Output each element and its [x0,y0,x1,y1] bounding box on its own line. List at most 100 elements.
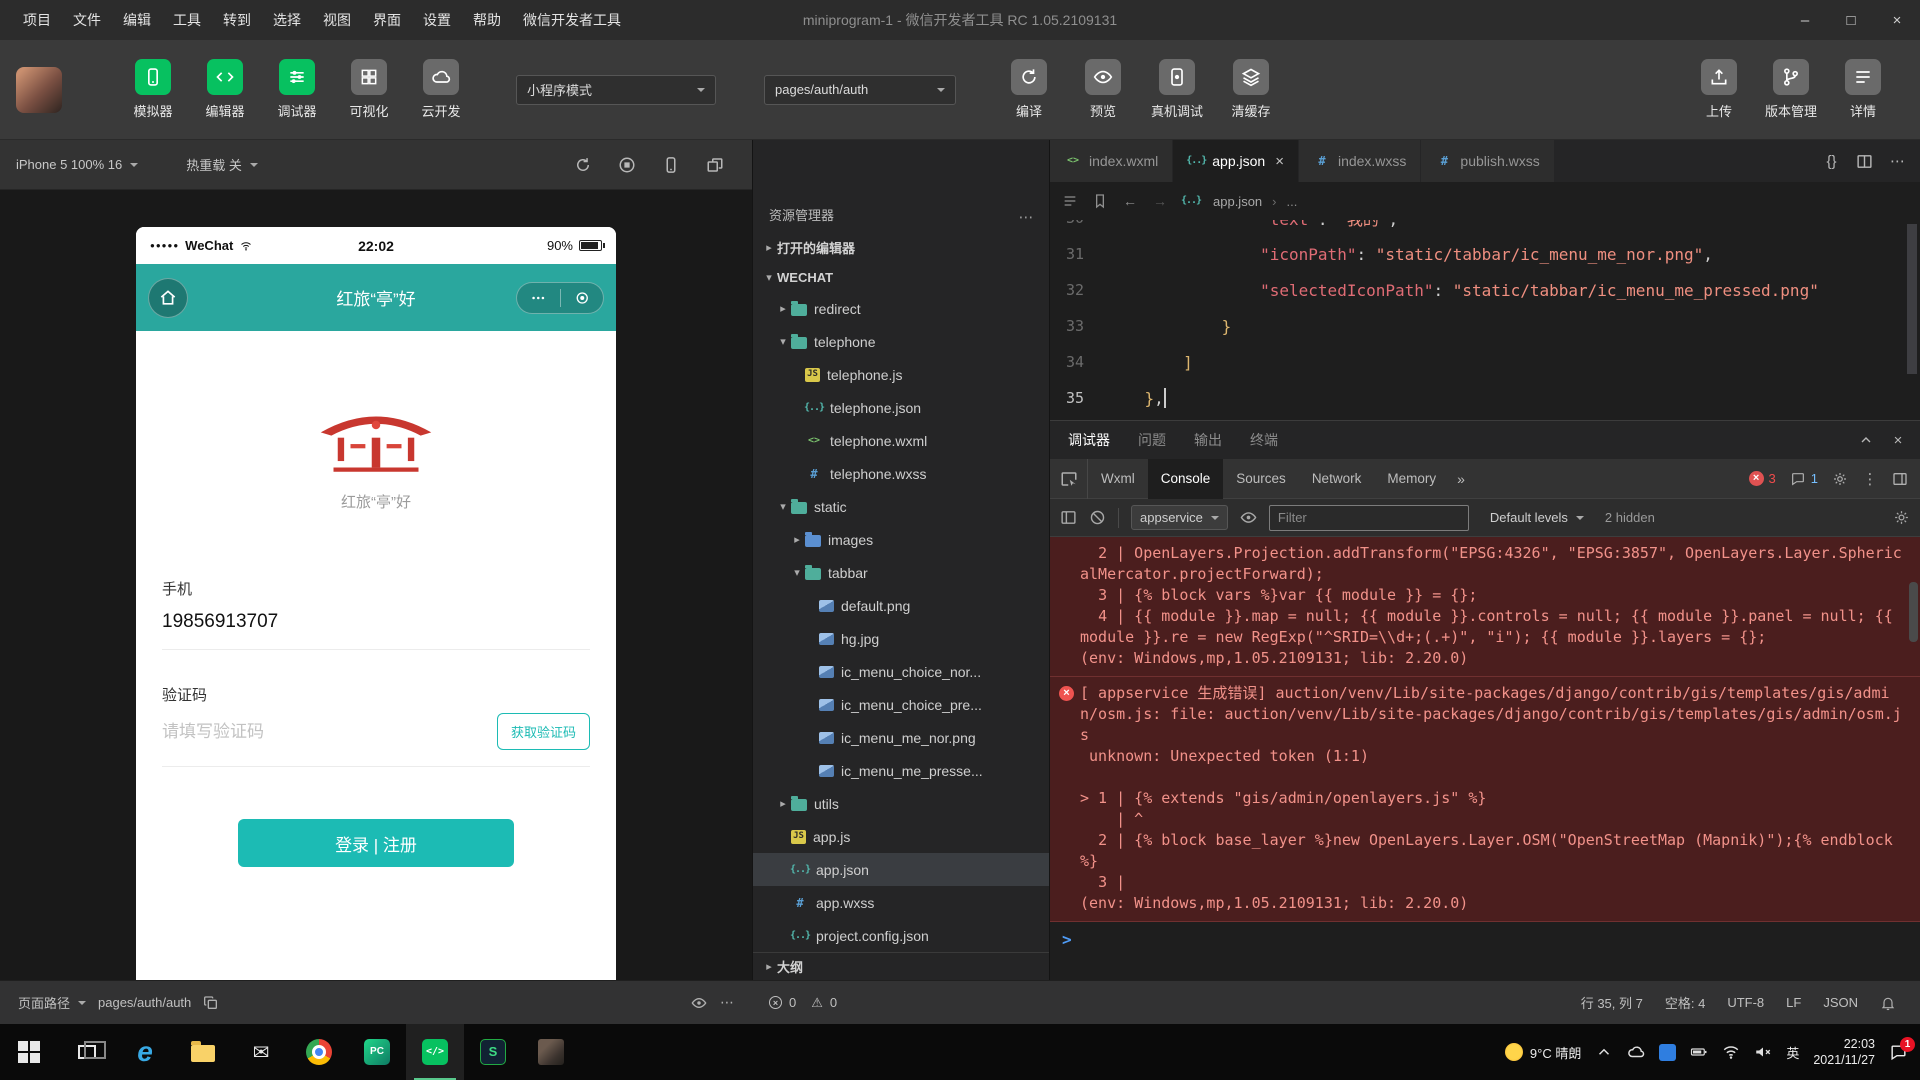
toolbar-button-code[interactable]: 编辑器 [196,59,254,120]
debugger-panel-tab[interactable]: 终端 [1250,430,1278,450]
menu-item[interactable]: 帮助 [462,0,512,40]
tree-item[interactable]: # app.wxss [753,886,1049,919]
tray-app-icon[interactable] [1659,1043,1677,1061]
indent-setting[interactable]: 空格: 4 [1665,993,1705,1012]
json-view-icon[interactable]: {} [1823,153,1840,170]
user-avatar[interactable] [16,66,62,113]
tree-item[interactable]: {..} project.config.json [753,919,1049,952]
tray-battery-icon[interactable] [1690,1043,1708,1061]
close-window-button[interactable]: × [1874,0,1920,40]
device-select[interactable]: iPhone 5 100% 16 [16,157,139,172]
tree-item[interactable]: ▾ telephone [753,325,1049,358]
message-count-badge[interactable]: 1 [1790,471,1818,487]
devtools-settings-icon[interactable] [1832,471,1848,487]
notification-center-icon[interactable]: 1 [1889,1036,1915,1062]
tree-item[interactable]: ic_menu_choice_nor... [753,655,1049,688]
toolbar-button-grid[interactable]: 可视化 [340,59,398,120]
tree-item[interactable]: JS app.js [753,820,1049,853]
taskbar-app-wechat-mini[interactable]: S [464,1024,522,1080]
console-scrollbar[interactable] [1909,582,1918,642]
breadcrumb[interactable]: {..} app.json › ... [1181,193,1297,209]
editor-more-icon[interactable]: ⋯ [1889,153,1906,170]
split-editor-icon[interactable] [1856,153,1873,170]
tree-item[interactable]: ▾ tabbar [753,556,1049,589]
get-code-button[interactable]: 获取验证码 [496,713,590,750]
toolbar-button-upload[interactable]: 上传 [1690,59,1748,120]
tree-item[interactable]: ▸ redirect [753,292,1049,325]
explorer-more-icon[interactable]: ⋯ [1017,209,1035,226]
devtools-menu-icon[interactable]: ⋮ [1862,471,1878,488]
visibility-icon[interactable] [691,995,707,1011]
outline-section[interactable]: ▸ 大纲 [753,952,1049,980]
code-editor[interactable]: 30 "text": "我的",31 "iconPath": "static/t… [1050,220,1920,420]
toolbar-button-debug[interactable]: 调试器 [268,59,326,120]
editor-tab[interactable]: # index.wxss [1298,140,1422,182]
editor-tab[interactable]: {..} app.json × [1173,140,1299,182]
stop-icon[interactable] [618,156,636,174]
live-expression-icon[interactable] [1240,509,1257,526]
open-editors-section[interactable]: ▸ 打开的编辑器 [753,232,1049,262]
bookmark-icon[interactable] [1092,193,1108,209]
execution-context-select[interactable]: appservice [1131,505,1228,530]
toolbar-button-details[interactable]: 详情 [1834,59,1892,120]
tree-item[interactable]: {..} telephone.json [753,391,1049,424]
editor-tab[interactable]: <> index.wxml [1050,140,1174,182]
tree-item[interactable]: {..} app.json [753,853,1049,886]
eol-setting[interactable]: LF [1786,995,1801,1010]
page-path-select[interactable]: 页面路径 [18,993,87,1012]
toolbar-button-eye[interactable]: 预览 [1074,59,1132,120]
menu-item[interactable]: 项目 [12,0,62,40]
console-prompt[interactable]: > [1050,922,1920,956]
console-filter-input[interactable] [1268,504,1469,531]
taskbar-app-start[interactable] [0,1024,58,1080]
taskbar-app-edge[interactable]: e [116,1024,174,1080]
encoding[interactable]: UTF-8 [1727,995,1764,1010]
close-tab-icon[interactable]: × [1275,153,1284,170]
taskbar-app-wechat-devtools[interactable]: </> [406,1024,464,1080]
devtools-tab-console[interactable]: Console [1147,458,1224,499]
more-devtools-tabs-icon[interactable]: » [1449,471,1473,487]
hot-reload-select[interactable]: 热重载 关 [186,155,258,174]
menu-item[interactable]: 界面 [362,0,412,40]
phone-number-value[interactable]: 19856913707 [162,611,590,633]
editor-scrollbar[interactable] [1907,224,1917,374]
menu-item[interactable]: 工具 [162,0,212,40]
minimize-button[interactable]: – [1782,0,1828,40]
taskbar-app-file-explorer[interactable] [174,1024,232,1080]
mode-select[interactable]: 小程序模式 [516,74,716,105]
console-settings-icon[interactable] [1893,509,1910,526]
taskbar-app-photos[interactable] [522,1024,580,1080]
warning-count[interactable]: 0 [830,995,837,1010]
taskbar-app-task-view[interactable] [58,1024,116,1080]
maximize-button[interactable]: □ [1828,0,1874,40]
tree-item[interactable]: # telephone.wxss [753,457,1049,490]
outline-list-icon[interactable] [1062,193,1078,209]
debugger-panel-tab[interactable]: 调试器 [1068,430,1110,450]
tree-item[interactable]: ▾ static [753,490,1049,523]
login-register-button[interactable]: 登录 | 注册 [238,819,514,867]
project-root-section[interactable]: ▾ WECHAT [753,262,1049,292]
debugger-panel-tab[interactable]: 问题 [1138,430,1166,450]
expand-panel-icon[interactable] [1858,432,1874,448]
tree-item[interactable]: ic_menu_me_presse... [753,754,1049,787]
tree-item[interactable]: ic_menu_me_nor.png [753,721,1049,754]
menu-item[interactable]: 编辑 [112,0,162,40]
dock-side-icon[interactable] [1892,471,1908,487]
menu-item[interactable]: 微信开发者工具 [512,0,632,40]
language-mode[interactable]: JSON [1823,995,1858,1010]
taskbar-app-chrome[interactable] [290,1024,348,1080]
tree-item[interactable]: <> telephone.wxml [753,424,1049,457]
tray-expand-icon[interactable] [1595,1043,1613,1061]
log-levels-select[interactable]: Default levels [1481,505,1593,530]
devtools-tab-sources[interactable]: Sources [1223,459,1299,499]
toolbar-button-refresh[interactable]: 编译 [1000,59,1058,120]
error-count-badge[interactable]: × 3 [1748,471,1776,486]
navigate-forward-icon[interactable]: → [1152,193,1168,209]
bell-icon[interactable] [1880,995,1896,1011]
tree-item[interactable]: hg.jpg [753,622,1049,655]
more-icon[interactable] [517,290,560,306]
console-sidebar-icon[interactable] [1060,509,1077,526]
toolbar-button-cloud[interactable]: 云开发 [412,59,470,120]
tree-item[interactable]: ic_menu_choice_pre... [753,688,1049,721]
error-count[interactable]: 0 [789,995,796,1010]
